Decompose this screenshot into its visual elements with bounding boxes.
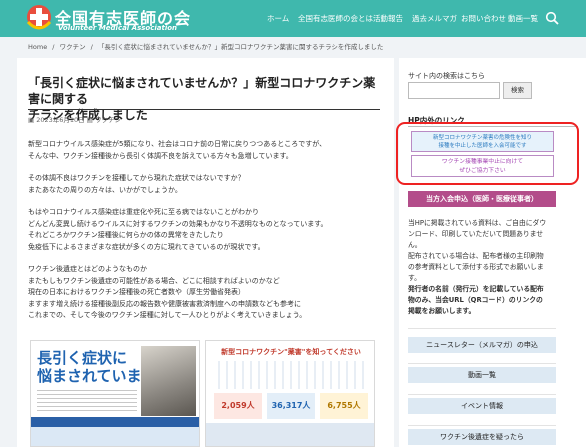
paragraph-2: その体調不良はワクチンを接種してから現れた症状ではないですか？ またあなたの周り… [28, 174, 245, 194]
newsletter-signup-button[interactable]: ニュースレター（メルマガ）の申込 [408, 337, 556, 353]
title-divider [28, 109, 380, 110]
sidebar-divider [408, 328, 556, 329]
breadcrumb-separator: / [52, 43, 55, 51]
search-icon[interactable] [545, 11, 559, 25]
nav-about[interactable]: 全国有志医師の会とは [298, 13, 373, 24]
search-button[interactable]: 検索 [503, 82, 532, 99]
breadcrumb-separator: / [90, 43, 93, 51]
sidebar-divider [408, 425, 556, 426]
sidebar-notice: 当HPに掲載されている資料は、ご自由にダウ ンロード、印刷していただいて問題あり… [408, 219, 547, 315]
folder-icon: ▤ [86, 116, 93, 124]
breadcrumb-category[interactable]: ワクチン [60, 43, 86, 51]
article-date: 2023年6月10日 [36, 116, 85, 124]
search-input[interactable] [408, 82, 500, 99]
nav-videos[interactable]: 動画一覧 [508, 13, 538, 24]
paragraph-4: ワクチン後遺症とはどのようなものか またもしもワクチン後遺症の可能性がある場合、… [28, 265, 307, 319]
nav-newsletter-archive[interactable]: 過去メルマガ [412, 13, 457, 24]
nav-activity[interactable]: 活動報告 [373, 13, 403, 24]
sidebar-divider [408, 394, 556, 395]
vaccine-sequelae-button[interactable]: ワクチン後遺症を疑ったら [408, 429, 556, 445]
flyer-image-front[interactable]: 長引く症状に 悩まされていませんか？ [30, 340, 200, 447]
flyer-front-footer [31, 427, 199, 446]
article-category[interactable]: ワクチン [95, 116, 121, 124]
breadcrumb-home[interactable]: Home [28, 43, 47, 51]
video-list-button[interactable]: 動画一覧 [408, 367, 556, 383]
banner-stop-vaccine[interactable]: ワクチン接種事業中止に向けて ぜひご協力下さい [411, 155, 554, 177]
site-logo-icon[interactable] [26, 4, 52, 31]
paragraph-1: 新型コロナウイルス感染症が5類になり、社会はコロナ前の日常に戻りつつあるところで… [28, 140, 327, 160]
site-subtitle: Volunteer Medical Association [58, 24, 178, 32]
nav-home[interactable]: ホーム [267, 13, 289, 24]
flyer-back-title: 新型コロナワクチン"薬害"を知ってください [221, 348, 361, 356]
article-meta: ▣ 2023年6月10日 ▤ ワクチン [28, 114, 121, 124]
breadcrumb: Home / ワクチン / 「長引く症状に悩まされていませんか？」新型コロナワク… [28, 41, 386, 51]
join-application-button[interactable]: 当方入会申込（医師・医療従事者） [408, 191, 556, 207]
flyer-back-stat: 36,317人 [267, 393, 315, 419]
nav-contact[interactable]: お問い合わせ [461, 13, 506, 24]
article-card: 「長引く症状に悩まされていませんか？」新型コロナワクチン薬害に関する チラシを作… [17, 58, 394, 447]
banner-doctor-join[interactable]: 新型コロナワクチン薬害の危険性を知り 接種を中止した医師を入会可能です [411, 131, 554, 152]
flyer-front-body [37, 387, 137, 413]
calendar-icon: ▣ [28, 116, 35, 124]
flyer-front-band [31, 417, 199, 427]
flyer-front-photo [141, 346, 196, 416]
event-info-button[interactable]: イベント情報 [408, 398, 556, 414]
flyer-image-back[interactable]: 新型コロナワクチン"薬害"を知ってください 2,059人 36,317人 6,7… [205, 340, 375, 447]
sidebar-divider [408, 363, 556, 364]
flyer-back-stat: 2,059人 [214, 393, 262, 419]
paragraph-3: もはやコロナウイルス感染症は重症化や死に至る病ではないことがわかり どんどん変異… [28, 208, 328, 251]
flyer-back-footer [206, 423, 374, 446]
site-header: 全国有志医師の会 Volunteer Medical Association ホ… [0, 0, 586, 37]
breadcrumb-current: 「長引く症状に悩まされていませんか？」新型コロナワクチン薬害に関するチラシを作成… [97, 43, 384, 51]
flyer-back-graphic [212, 361, 370, 389]
search-label: サイト内の検索はこちら [408, 72, 485, 80]
flyer-back-stat: 6,755人 [320, 393, 368, 419]
